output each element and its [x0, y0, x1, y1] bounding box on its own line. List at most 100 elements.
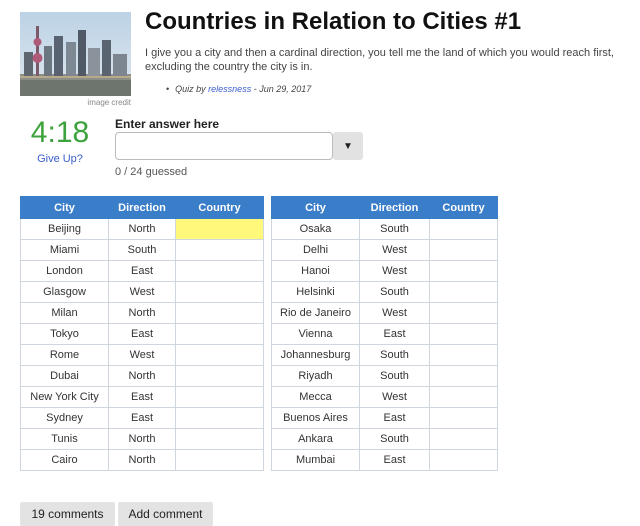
table-row: Beijing North — [20, 218, 264, 240]
direction-cell: North — [108, 449, 176, 471]
country-cell[interactable] — [429, 428, 498, 450]
direction-cell: West — [108, 281, 176, 303]
direction-cell: North — [108, 428, 176, 450]
country-cell[interactable] — [429, 218, 498, 240]
city-cell: Helsinki — [271, 281, 360, 303]
direction-cell: East — [108, 407, 176, 429]
comments-button[interactable]: 19 comments — [20, 502, 115, 526]
city-skyline-image — [20, 12, 131, 96]
city-cell: London — [20, 260, 109, 282]
direction-cell: East — [108, 386, 176, 408]
city-cell: Johannesburg — [271, 344, 360, 366]
table-row: New York City East — [20, 386, 264, 408]
country-cell[interactable] — [175, 302, 264, 324]
dropdown-button[interactable]: ▼ — [333, 132, 363, 160]
country-cell[interactable] — [429, 281, 498, 303]
direction-cell: South — [359, 281, 430, 303]
city-cell: Tunis — [20, 428, 109, 450]
city-cell: Cairo — [20, 449, 109, 471]
give-up-link[interactable]: Give Up? — [20, 153, 100, 165]
direction-cell: South — [359, 428, 430, 450]
direction-cell: North — [108, 365, 176, 387]
country-cell[interactable] — [429, 386, 498, 408]
direction-cell: East — [359, 407, 430, 429]
country-cell[interactable] — [429, 323, 498, 345]
country-cell[interactable] — [429, 239, 498, 261]
city-cell: Beijing — [20, 218, 109, 240]
countdown-timer: 4:18 — [30, 116, 90, 149]
direction-cell: South — [359, 344, 430, 366]
country-cell[interactable] — [175, 449, 264, 471]
direction-cell: South — [108, 239, 176, 261]
country-cell[interactable] — [175, 323, 264, 345]
header-city: City — [271, 196, 360, 219]
country-cell[interactable] — [429, 365, 498, 387]
country-cell[interactable] — [429, 260, 498, 282]
image-credit[interactable]: image credit — [20, 98, 131, 107]
country-cell[interactable] — [175, 260, 264, 282]
city-cell: Riyadh — [271, 365, 360, 387]
direction-cell: West — [108, 344, 176, 366]
city-cell: Osaka — [271, 218, 360, 240]
country-cell[interactable] — [429, 449, 498, 471]
bullet-icon: • — [166, 84, 170, 94]
table-row: Dubai North — [20, 365, 264, 387]
table-row: Osaka South — [271, 218, 498, 240]
country-cell[interactable] — [429, 302, 498, 324]
country-cell[interactable] — [175, 407, 264, 429]
country-cell[interactable] — [175, 365, 264, 387]
direction-cell: North — [108, 218, 176, 240]
answer-table-right: City Direction Country Osaka South Delhi W… — [271, 196, 498, 471]
country-cell[interactable] — [175, 428, 264, 450]
add-comment-button[interactable]: Add comment — [118, 502, 213, 526]
city-cell: Milan — [20, 302, 109, 324]
guess-progress: 0 / 24 guessed — [115, 166, 188, 178]
author-link[interactable]: relessness — [208, 84, 251, 94]
table-row: Rio de Janeiro West — [271, 302, 498, 324]
city-cell: Mecca — [271, 386, 360, 408]
table-row: Miami South — [20, 239, 264, 261]
city-cell: Rome — [20, 344, 109, 366]
header-city: City — [20, 196, 109, 219]
city-cell: Vienna — [271, 323, 360, 345]
quiz-title: Countries in Relation to Cities #1 — [145, 8, 522, 35]
direction-cell: East — [108, 323, 176, 345]
table-row: Milan North — [20, 302, 264, 324]
table-header-row: City Direction Country — [271, 196, 498, 219]
answer-input[interactable] — [115, 132, 333, 160]
quiz-thumbnail — [20, 12, 131, 96]
country-cell[interactable] — [175, 344, 264, 366]
table-row: Ankara South — [271, 428, 498, 450]
country-cell[interactable] — [175, 281, 264, 303]
country-cell[interactable] — [429, 407, 498, 429]
country-cell[interactable] — [175, 239, 264, 261]
direction-cell: West — [359, 302, 430, 324]
city-cell: Sydney — [20, 407, 109, 429]
direction-cell: East — [108, 260, 176, 282]
header-direction: Direction — [359, 196, 430, 219]
table-row: Cairo North — [20, 449, 264, 471]
table-row: London East — [20, 260, 264, 282]
quiz-description: I give you a city and then a cardinal di… — [145, 47, 614, 73]
table-row: Delhi West — [271, 239, 498, 261]
country-cell[interactable] — [175, 218, 264, 240]
city-cell: Delhi — [271, 239, 360, 261]
direction-cell: West — [359, 239, 430, 261]
country-cell[interactable] — [175, 386, 264, 408]
direction-cell: East — [359, 323, 430, 345]
table-row: Hanoi West — [271, 260, 498, 282]
direction-cell: South — [359, 365, 430, 387]
city-cell: Mumbai — [271, 449, 360, 471]
table-row: Rome West — [20, 344, 264, 366]
header-direction: Direction — [108, 196, 176, 219]
header-country: Country — [175, 196, 264, 219]
table-row: Vienna East — [271, 323, 498, 345]
city-cell: Rio de Janeiro — [271, 302, 360, 324]
table-row: Buenos Aires East — [271, 407, 498, 429]
country-cell[interactable] — [429, 344, 498, 366]
direction-cell: East — [359, 449, 430, 471]
answer-table-left: City Direction Country Beijing North Miam… — [20, 196, 264, 471]
direction-cell: North — [108, 302, 176, 324]
header-country: Country — [429, 196, 498, 219]
table-row: Mecca West — [271, 386, 498, 408]
